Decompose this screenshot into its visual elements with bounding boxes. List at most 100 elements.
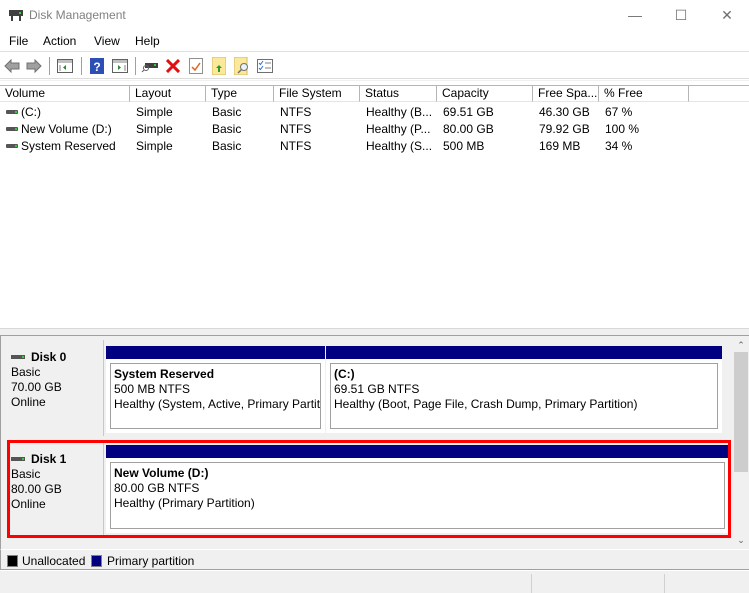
menu-view[interactable]: View xyxy=(94,34,120,48)
disk-1-highlight-box xyxy=(7,440,731,538)
status-bar xyxy=(0,571,749,593)
forward-arrow-icon xyxy=(26,59,42,73)
volume-percent-free: 67 % xyxy=(605,105,633,119)
column-header-layout[interactable]: Layout xyxy=(130,85,206,102)
column-header-status[interactable]: Status xyxy=(360,85,437,102)
folder-search-icon xyxy=(234,57,248,75)
partition-name: (C:) xyxy=(334,367,355,381)
volume-capacity: 69.51 GB xyxy=(443,105,494,119)
column-header-capacity[interactable]: Capacity xyxy=(437,85,533,102)
volume-icon xyxy=(6,144,18,148)
folder-up-icon xyxy=(212,57,226,75)
back-button[interactable] xyxy=(3,57,21,75)
show-hide-action-pane-button[interactable] xyxy=(111,57,129,75)
connect-disk-icon xyxy=(141,63,158,73)
column-header-file-system[interactable]: File System xyxy=(274,85,360,102)
disk-type: Basic xyxy=(11,365,41,379)
column-header-percent-free[interactable]: % Free xyxy=(599,85,689,102)
maximize-icon: ☐ xyxy=(674,6,688,23)
help-icon: ? xyxy=(90,58,104,74)
partition-size-fs: 69.51 GB NTFS xyxy=(334,382,420,396)
explore-button[interactable] xyxy=(233,57,251,75)
open-button[interactable] xyxy=(210,57,228,75)
properties-button[interactable] xyxy=(187,57,205,75)
legend: Unallocated Primary partition xyxy=(0,549,749,570)
partition-size-fs: 500 MB NTFS xyxy=(114,382,191,396)
volume-percent-free: 100 % xyxy=(605,122,640,136)
scroll-down-icon[interactable]: ⌄ xyxy=(733,533,749,547)
toolbar: ? xyxy=(0,53,749,79)
scroll-up-icon[interactable]: ⌃ xyxy=(733,338,749,352)
partition-status: Healthy (System, Active, Primary Partit xyxy=(114,397,321,411)
volume-layout: Simple xyxy=(136,122,173,136)
primary-partition-bar xyxy=(326,346,722,359)
delete-x-icon xyxy=(166,59,180,73)
menu-file[interactable]: File xyxy=(9,34,28,48)
close-icon: ✕ xyxy=(721,6,733,23)
table-row[interactable]: System Reserved Simple Basic NTFS Health… xyxy=(0,138,749,155)
back-arrow-icon xyxy=(4,59,20,73)
volume-list: Volume Layout Type File System Status Ca… xyxy=(0,80,749,328)
legend-label-unallocated: Unallocated xyxy=(22,554,86,568)
column-header-empty xyxy=(689,85,749,102)
column-header-free-space[interactable]: Free Spa... xyxy=(533,85,599,102)
menu-action[interactable]: Action xyxy=(43,34,76,48)
toolbar-separator xyxy=(81,57,82,75)
volume-name: System Reserved xyxy=(21,139,116,153)
volume-status: Healthy (P... xyxy=(366,122,431,136)
disk-size: 70.00 GB xyxy=(11,380,62,394)
connect-disk-button[interactable] xyxy=(141,57,159,75)
status-separator xyxy=(664,574,665,593)
volume-name: New Volume (D:) xyxy=(21,122,112,136)
svg-text:?: ? xyxy=(93,60,100,74)
volume-file-system: NTFS xyxy=(280,139,312,153)
disk-management-icon xyxy=(9,10,23,21)
minimize-icon: — xyxy=(628,7,642,23)
volume-free-space: 79.92 GB xyxy=(539,122,590,136)
close-button[interactable]: ✕ xyxy=(704,0,749,30)
properties-icon xyxy=(189,58,203,74)
volume-type: Basic xyxy=(212,139,242,153)
volume-layout: Simple xyxy=(136,105,173,119)
delete-button[interactable] xyxy=(164,57,182,75)
column-header-volume[interactable]: Volume xyxy=(0,85,130,102)
vertical-scrollbar[interactable]: ⌃ ⌄ xyxy=(733,336,749,549)
primary-partition-bar xyxy=(106,346,325,359)
partition-status: Healthy (Boot, Page File, Crash Dump, Pr… xyxy=(334,397,638,411)
volume-status: Healthy (B... xyxy=(366,105,433,119)
settings-list-button[interactable] xyxy=(256,57,274,75)
volume-capacity: 80.00 GB xyxy=(443,122,494,136)
partition-system-reserved[interactable]: System Reserved 500 MB NTFS Healthy (Sys… xyxy=(106,346,325,433)
volume-name: (C:) xyxy=(21,105,41,119)
disk-icon xyxy=(11,355,25,359)
table-row[interactable]: New Volume (D:) Simple Basic NTFS Health… xyxy=(0,121,749,138)
volume-capacity: 500 MB xyxy=(443,139,485,153)
legend-swatch-unallocated xyxy=(7,555,18,567)
forward-button[interactable] xyxy=(25,57,43,75)
partition-c[interactable]: (C:) 69.51 GB NTFS Healthy (Boot, Page F… xyxy=(326,346,722,433)
scrollbar-thumb[interactable] xyxy=(734,352,748,472)
legend-swatch-primary xyxy=(91,555,102,567)
toolbar-separator xyxy=(49,57,50,75)
volume-type: Basic xyxy=(212,122,242,136)
console-tree-icon xyxy=(57,59,73,73)
volume-percent-free: 34 % xyxy=(605,139,633,153)
volume-file-system: NTFS xyxy=(280,105,312,119)
title-bar: Disk Management — ☐ ✕ xyxy=(0,0,749,30)
legend-label-primary: Primary partition xyxy=(107,554,195,568)
maximize-button[interactable]: ☐ xyxy=(658,0,704,30)
volume-icon xyxy=(6,127,18,131)
table-row[interactable]: (C:) Simple Basic NTFS Healthy (B... 69.… xyxy=(0,104,749,121)
volume-layout: Simple xyxy=(136,139,173,153)
window-title: Disk Management xyxy=(29,8,126,22)
column-header-type[interactable]: Type xyxy=(206,85,274,102)
volume-type: Basic xyxy=(212,105,242,119)
partition-name: System Reserved xyxy=(114,367,215,381)
menu-help[interactable]: Help xyxy=(135,34,160,48)
toolbar-separator xyxy=(135,57,136,75)
help-button[interactable]: ? xyxy=(88,57,106,75)
minimize-button[interactable]: — xyxy=(612,0,658,30)
show-hide-console-tree-button[interactable] xyxy=(56,57,74,75)
disk-0-label[interactable]: Disk 0 Basic 70.00 GB Online xyxy=(7,340,104,436)
pane-splitter[interactable] xyxy=(0,328,749,336)
